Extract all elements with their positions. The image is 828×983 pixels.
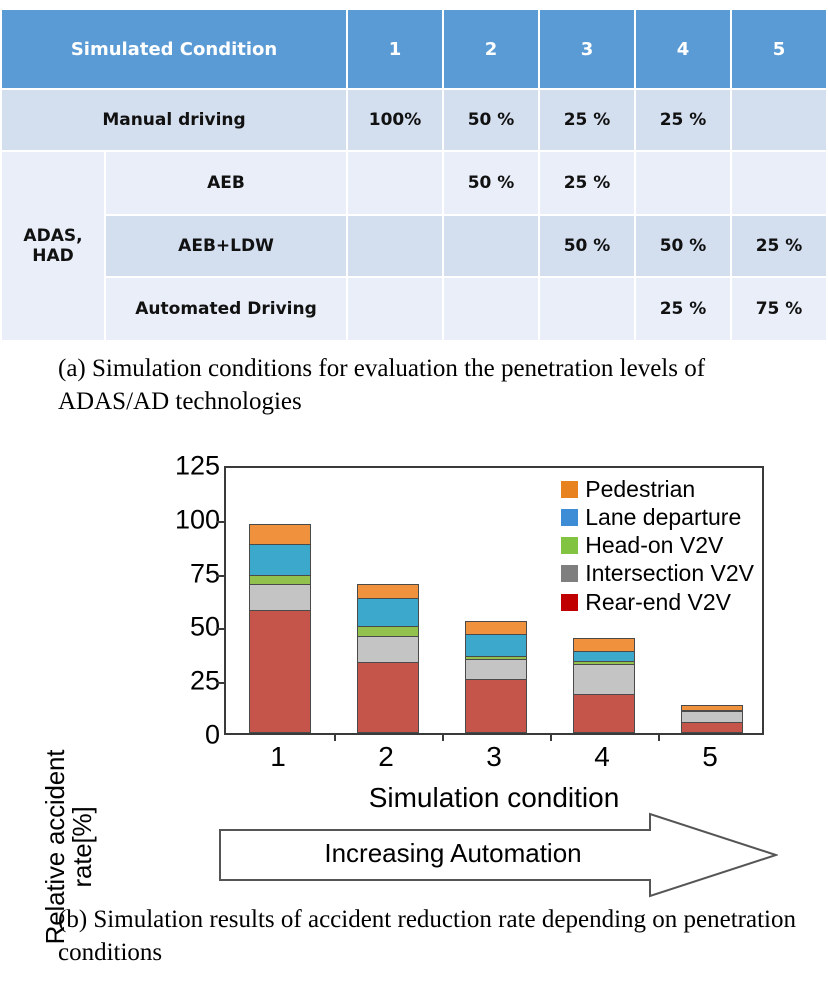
x-tick-mark-1 xyxy=(334,733,336,741)
bar-segment-intersection-v2v xyxy=(573,663,635,696)
cell-manual-2: 50 % xyxy=(444,90,539,150)
plot-area: Pedestrian Lane departure Head-on V2V Inter… xyxy=(217,466,764,741)
table-header-row: Simulated Condition 1 2 3 4 5 xyxy=(2,10,827,88)
simulation-conditions-table: Simulated Condition 1 2 3 4 5 Manual dri… xyxy=(0,8,828,342)
bar-segment-lane-departure xyxy=(357,597,419,628)
table-row-aeb: ADAS, HAD AEB 50 % 25 % xyxy=(2,152,827,340)
cell-aeb-1 xyxy=(348,152,443,214)
legend-item-rear-end-v2v: Rear-end V2V xyxy=(561,589,754,616)
header-col-4: 4 xyxy=(636,10,731,88)
bar-condition-4 xyxy=(573,637,635,733)
cell-manual-1: 100% xyxy=(348,90,443,150)
bar-condition-5 xyxy=(681,704,743,733)
header-col-5: 5 xyxy=(732,10,827,88)
legend-label: Rear-end V2V xyxy=(585,588,731,615)
x-tick-3: 3 xyxy=(486,741,502,772)
figure-caption-b: (b) Simulation results of accident reduc… xyxy=(58,906,796,966)
x-tick-4: 4 xyxy=(594,741,610,772)
x-tick-5: 5 xyxy=(702,741,718,772)
row-group-label-adas-had: ADAS, HAD xyxy=(2,152,104,340)
cell-manual-4: 25 % xyxy=(636,90,731,150)
row-label-aeb: AEB xyxy=(106,152,347,214)
legend-swatch-icon xyxy=(561,565,579,583)
legend-item-lane-departure: Lane departure xyxy=(561,504,754,531)
x-tick-1: 1 xyxy=(270,741,286,772)
accident-rate-chart: Relative accident rate[%] 0 25 50 75 100 125 … xyxy=(0,452,828,944)
legend-label: Lane departure xyxy=(585,504,742,531)
x-axis-label: Simulation condition xyxy=(368,782,620,813)
cell-aebldw-1 xyxy=(348,216,443,276)
cell-ad-1 xyxy=(348,278,443,340)
bar-condition-3 xyxy=(465,620,527,733)
bar-segment-lane-departure xyxy=(249,543,311,577)
legend-swatch-icon xyxy=(561,537,579,555)
legend-item-pedestrian: Pedestrian xyxy=(561,476,754,503)
row-label-automated-driving: Automated Driving xyxy=(106,278,347,340)
y-tick-25: 25 xyxy=(189,665,220,696)
x-tick-2: 2 xyxy=(378,741,394,772)
x-tick-mark-4 xyxy=(658,733,660,741)
chart-legend: Pedestrian Lane departure Head-on V2V Inter… xyxy=(561,476,754,616)
cell-ad-4: 25 % xyxy=(636,278,731,340)
bar-segment-lane-departure xyxy=(465,634,527,658)
x-tick-mark-2 xyxy=(442,733,444,741)
table-body: Manual driving 100% 50 % 25 % 25 % ADAS,… xyxy=(2,90,827,340)
cell-ad-5: 75 % xyxy=(732,278,827,340)
header-col-1: 1 xyxy=(348,10,443,88)
legend-item-head-on-v2v: Head-on V2V xyxy=(561,532,754,559)
y-tick-75: 75 xyxy=(189,558,220,589)
cell-aebldw-4: 50 % xyxy=(636,216,731,276)
legend-label: Head-on V2V xyxy=(585,532,724,559)
row-label-aeb-ldw: AEB+LDW xyxy=(106,216,347,276)
table-row-manual-driving: Manual driving 100% 50 % 25 % 25 % xyxy=(2,90,827,150)
y-tick-mark-100 xyxy=(217,520,226,523)
cell-aeb-5 xyxy=(732,152,827,214)
y-tick-50: 50 xyxy=(189,611,220,642)
legend-item-intersection-v2v: Intersection V2V xyxy=(561,560,754,587)
table-header: Simulated Condition 1 2 3 4 5 xyxy=(2,10,827,88)
cell-aebldw-3: 50 % xyxy=(540,216,635,276)
cell-aebldw-5: 25 % xyxy=(732,216,827,276)
legend-label: Intersection V2V xyxy=(585,560,754,587)
cell-aebldw-2 xyxy=(444,216,539,276)
y-tick-mark-75 xyxy=(217,574,226,577)
y-axis-tick-labels: 0 25 50 75 100 125 xyxy=(132,452,220,748)
y-tick-mark-50 xyxy=(217,628,226,631)
cell-ad-2 xyxy=(444,278,539,340)
table-row-aeb-ldw: AEB+LDW 50 % 50 % 25 % xyxy=(2,216,827,276)
legend-swatch-icon xyxy=(561,509,579,527)
cell-manual-3: 25 % xyxy=(540,90,635,150)
x-tick-mark-3 xyxy=(550,733,552,741)
y-tick-mark-25 xyxy=(217,682,226,685)
y-tick-125: 125 xyxy=(174,450,220,481)
bar-segment-intersection-v2v xyxy=(357,635,419,664)
cell-aeb-4 xyxy=(636,152,731,214)
table-row-automated-driving: Automated Driving 25 % 75 % xyxy=(2,278,827,340)
bar-segment-rear-end-v2v xyxy=(465,679,527,733)
bar-condition-2 xyxy=(357,584,419,733)
bar-segment-intersection-v2v xyxy=(249,583,311,612)
row-label-manual-driving: Manual driving xyxy=(2,90,347,150)
bar-segment-intersection-v2v xyxy=(465,659,527,681)
y-tick-100: 100 xyxy=(174,504,220,535)
header-simulated-condition: Simulated Condition xyxy=(2,10,347,88)
bar-condition-1 xyxy=(249,523,311,733)
legend-swatch-icon xyxy=(561,481,579,499)
figure-caption-a: (a) Simulation conditions for evaluation… xyxy=(58,355,706,415)
cell-aeb-3: 25 % xyxy=(540,152,635,214)
bar-segment-rear-end-v2v xyxy=(357,661,419,733)
cell-aeb-2: 50 % xyxy=(444,152,539,214)
bar-segment-rear-end-v2v xyxy=(573,694,635,733)
y-tick-0: 0 xyxy=(204,719,220,750)
header-col-2: 2 xyxy=(444,10,539,88)
header-col-3: 3 xyxy=(540,10,635,88)
bar-segment-rear-end-v2v xyxy=(249,610,311,733)
cell-manual-5 xyxy=(732,90,827,150)
arrow-label: Increasing Automation xyxy=(324,838,582,868)
bar-segment-pedestrian xyxy=(249,523,311,546)
bar-segment-rear-end-v2v xyxy=(681,722,743,733)
legend-label: Pedestrian xyxy=(585,476,696,502)
legend-swatch-icon xyxy=(561,593,579,611)
cell-ad-3 xyxy=(540,278,635,340)
